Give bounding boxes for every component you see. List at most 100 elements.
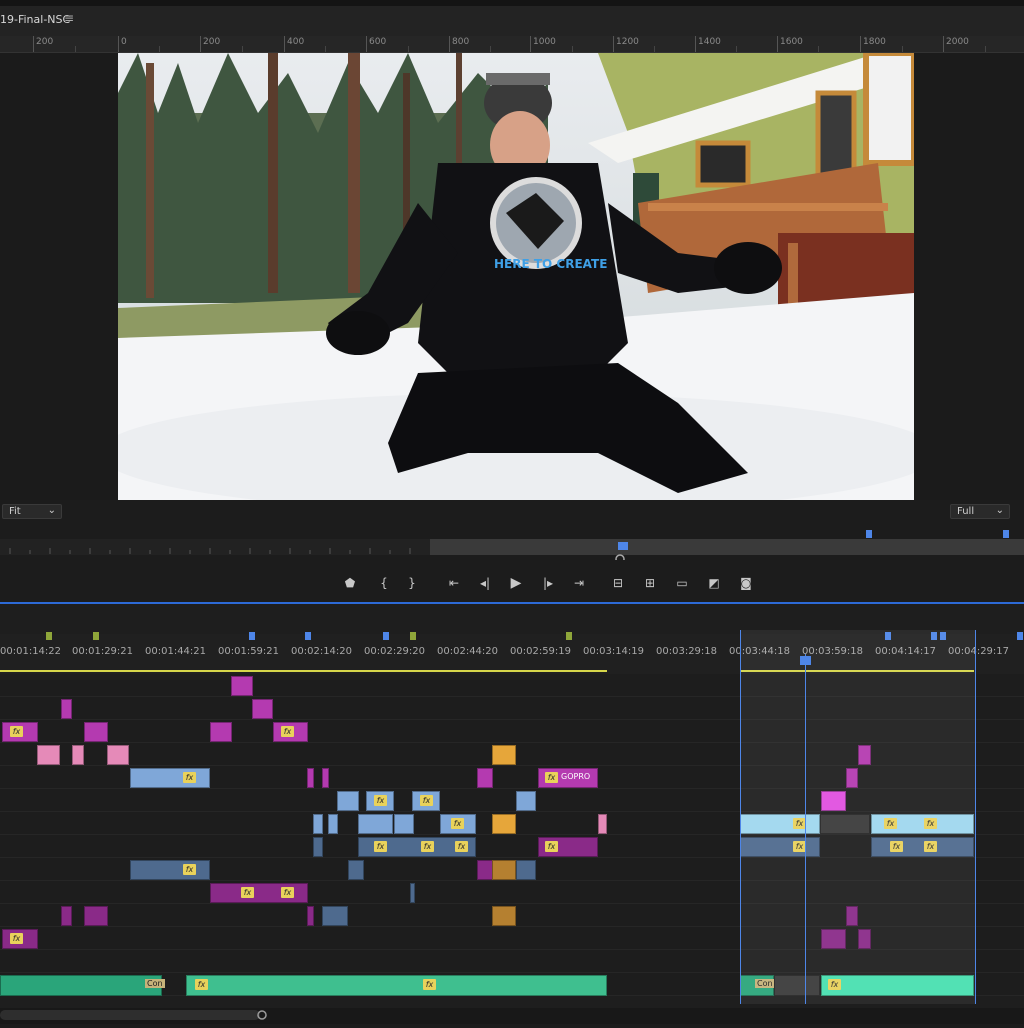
video-clip[interactable]: [492, 745, 516, 765]
timecode-label: 00:01:29:21: [72, 646, 134, 657]
video-clip[interactable]: [231, 676, 253, 696]
camera-icon[interactable]: ◙: [737, 574, 755, 592]
video-clip[interactable]: [598, 814, 607, 834]
video-clip[interactable]: [492, 814, 516, 834]
audio-clip[interactable]: [322, 906, 348, 926]
fx-badge-icon: fx: [421, 841, 434, 852]
chevron-down-icon: ⌄: [995, 505, 1004, 516]
monitor-mini-timeline[interactable]: [0, 530, 1024, 564]
fx-badge-icon: fx: [10, 726, 23, 737]
timecode-label: 00:02:59:19: [510, 646, 572, 657]
timeline-panel[interactable]: 00:01:14:22 00:01:29:21 00:01:44:21 00:0…: [0, 604, 1024, 1024]
video-clip[interactable]: [84, 722, 108, 742]
video-clip[interactable]: [252, 699, 273, 719]
timeline-playhead[interactable]: [805, 654, 806, 1004]
go-to-out-icon[interactable]: ⇥: [570, 574, 588, 592]
video-clip[interactable]: fx: [273, 722, 308, 742]
timeline-marker[interactable]: [249, 632, 255, 640]
ruler-label: 1800: [863, 37, 886, 47]
marker-icon[interactable]: ⬟: [341, 574, 359, 592]
audio-clip[interactable]: [61, 906, 72, 926]
fx-badge-icon: fx: [423, 979, 436, 990]
video-clip[interactable]: [107, 745, 129, 765]
video-clip[interactable]: [328, 814, 338, 834]
video-clip[interactable]: fx: [440, 814, 476, 834]
fx-badge-icon: fx: [420, 795, 433, 806]
video-clip[interactable]: [307, 768, 314, 788]
monitor-ruler: 200 0 200 400 600 800 1000 1200 1400 160…: [0, 36, 1024, 53]
audio-clip[interactable]: [516, 860, 536, 880]
program-monitor-video[interactable]: HERE TO CREATE: [118, 53, 914, 500]
audio-clip[interactable]: [313, 837, 323, 857]
audio-clip[interactable]: [492, 906, 516, 926]
audio-clip[interactable]: [410, 883, 415, 903]
gopro-clip[interactable]: fx GOPRO: [538, 768, 598, 788]
video-clip[interactable]: [516, 791, 536, 811]
fx-badge-icon: fx: [281, 887, 294, 898]
sequence-tab-bar: 19-Final-NSC ≡: [0, 0, 1024, 36]
mark-out-icon[interactable]: }: [403, 574, 421, 592]
video-clip[interactable]: [394, 814, 414, 834]
audio-clip[interactable]: fx: [130, 860, 210, 880]
ruler-label: 0: [121, 37, 127, 47]
video-clip[interactable]: [37, 745, 60, 765]
audio-clip[interactable]: [492, 860, 516, 880]
step-back-icon[interactable]: ◂|: [476, 574, 494, 592]
timeline-marker[interactable]: [383, 632, 389, 640]
video-clip[interactable]: [61, 699, 72, 719]
quality-dropdown[interactable]: Full ⌄: [950, 504, 1010, 519]
audio-clip[interactable]: fx fx: [210, 883, 308, 903]
mark-in-icon[interactable]: {: [375, 574, 393, 592]
timeline-marker[interactable]: [566, 632, 572, 640]
lift-icon[interactable]: ⊟: [609, 574, 627, 592]
timeline-marker[interactable]: [305, 632, 311, 640]
ruler-label: 800: [452, 37, 470, 47]
in-out-range[interactable]: [740, 630, 976, 1004]
video-clip[interactable]: fx: [2, 722, 38, 742]
hamburger-icon[interactable]: ≡: [64, 11, 74, 25]
fx-badge-icon: fx: [195, 979, 208, 990]
fx-badge-icon: fx: [374, 841, 387, 852]
timeline-marker[interactable]: [1017, 632, 1023, 640]
audio-clip[interactable]: [84, 906, 108, 926]
audio-clip[interactable]: fx: [538, 837, 598, 857]
video-clip[interactable]: fx: [130, 768, 210, 788]
audio-clip[interactable]: [477, 860, 493, 880]
audio-clip[interactable]: [307, 906, 314, 926]
audio-clip[interactable]: fx fx fx: [358, 837, 476, 857]
audio-clip[interactable]: [348, 860, 364, 880]
timecode-label: 00:02:44:20: [437, 646, 499, 657]
timecode-label: 00:01:59:21: [218, 646, 280, 657]
ruler-label: 1200: [616, 37, 639, 47]
play-icon[interactable]: ▶: [507, 574, 525, 592]
timeline-marker[interactable]: [93, 632, 99, 640]
fit-dropdown[interactable]: Fit ⌄: [2, 504, 62, 519]
video-clip[interactable]: fx: [366, 791, 394, 811]
video-clip[interactable]: [477, 768, 493, 788]
fx-badge-icon: fx: [183, 772, 196, 783]
video-clip[interactable]: [210, 722, 232, 742]
video-clip[interactable]: fx: [412, 791, 440, 811]
audio-clip[interactable]: fx: [2, 929, 38, 949]
video-clip[interactable]: [322, 768, 329, 788]
sequence-tab-title[interactable]: 19-Final-NSC: [0, 13, 70, 26]
timeline-marker[interactable]: [410, 632, 416, 640]
extract-icon[interactable]: ⊞: [641, 574, 659, 592]
music-clip[interactable]: fx fx: [186, 975, 607, 996]
timeline-marker[interactable]: [46, 632, 52, 640]
playhead-handle[interactable]: [800, 656, 811, 665]
video-clip[interactable]: [337, 791, 359, 811]
music-clip[interactable]: Con: [0, 975, 165, 996]
timeline-scrollbar[interactable]: [0, 1008, 1024, 1024]
step-forward-icon[interactable]: |▸: [539, 574, 557, 592]
chevron-down-icon: ⌄: [47, 505, 56, 516]
shirt-text: HERE TO CREATE: [494, 257, 607, 271]
video-clip[interactable]: [313, 814, 323, 834]
timecode-label: 00:01:14:22: [0, 646, 62, 657]
compare-icon[interactable]: ▭: [673, 574, 691, 592]
ruler-label: 600: [369, 37, 387, 47]
go-to-in-icon[interactable]: ⇤: [445, 574, 463, 592]
overwrite-icon[interactable]: ◩: [705, 574, 723, 592]
video-clip[interactable]: [72, 745, 84, 765]
video-clip[interactable]: [358, 814, 393, 834]
